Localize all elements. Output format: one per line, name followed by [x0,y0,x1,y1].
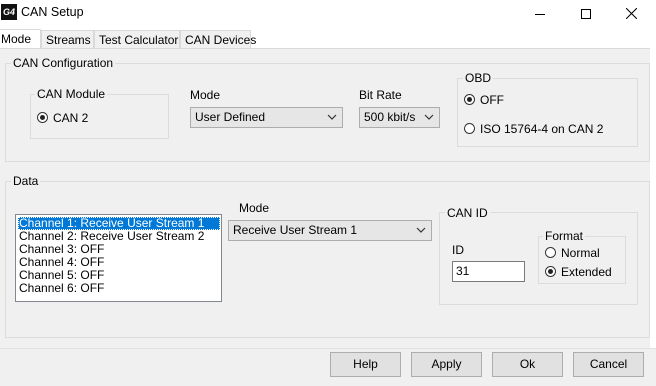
ok-button[interactable]: Ok [492,352,563,377]
data-mode-label: Mode [239,201,270,215]
obd-off-label: OFF [480,93,504,107]
close-icon [625,8,637,19]
chevron-down-icon [424,114,434,120]
list-item[interactable]: Channel 6: OFF [18,282,105,295]
format-normal-label: Normal [561,246,600,260]
bit-rate-label: Bit Rate [359,88,402,102]
maximize-button[interactable] [563,0,609,27]
maximize-icon [581,8,591,19]
format-extended-label: Extended [561,265,612,279]
obd-group [457,78,638,147]
obd-label: OBD [463,71,494,85]
tab-can-devices[interactable]: CAN Devices [180,30,256,48]
id-input[interactable]: 31 [452,261,525,282]
tab-test-calculator[interactable]: Test Calculator [94,30,180,48]
data-mode-select[interactable]: Receive User Stream 1 [228,220,432,241]
obd-off-radio[interactable] [464,94,475,105]
config-mode-select[interactable]: User Defined [190,107,343,128]
can-id-label: CAN ID [445,206,490,220]
close-button[interactable] [608,0,654,27]
id-label: ID [452,243,464,257]
can-configuration-label: CAN Configuration [11,56,116,70]
chevron-down-icon [416,227,426,233]
tab-streams[interactable]: Streams [41,30,94,48]
can-module-radio[interactable] [37,112,48,123]
obd-iso-label: ISO 15764-4 on CAN 2 [480,122,604,136]
data-mode-value: Receive User Stream 1 [233,223,358,237]
format-label: Format [543,229,586,243]
bit-rate-value: 500 kbit/s [364,110,416,124]
can-module-option-label: CAN 2 [53,111,89,125]
window-edge [650,48,656,348]
window-title: CAN Setup [21,5,84,19]
format-normal-radio[interactable] [545,247,556,258]
apply-button[interactable]: Apply [411,352,482,377]
app-icon: G4 [1,4,17,20]
format-extended-radio[interactable] [545,266,556,277]
chevron-down-icon [327,114,337,120]
minimize-button[interactable] [517,0,563,27]
minimize-icon [535,13,545,15]
can-module-label: CAN Module [35,87,108,101]
title-bar: G4 CAN Setup [0,0,656,27]
config-mode-value: User Defined [195,110,266,124]
bit-rate-select[interactable]: 500 kbit/s [359,107,440,128]
obd-iso-radio[interactable] [464,123,475,134]
channel-listbox[interactable]: Channel 1: Receive User Stream 1 Channel… [15,214,222,302]
tab-mode[interactable]: Mode [0,29,41,49]
help-button[interactable]: Help [330,352,401,377]
config-mode-label: Mode [190,88,221,102]
data-label: Data [11,174,41,188]
cancel-button[interactable]: Cancel [573,352,644,377]
